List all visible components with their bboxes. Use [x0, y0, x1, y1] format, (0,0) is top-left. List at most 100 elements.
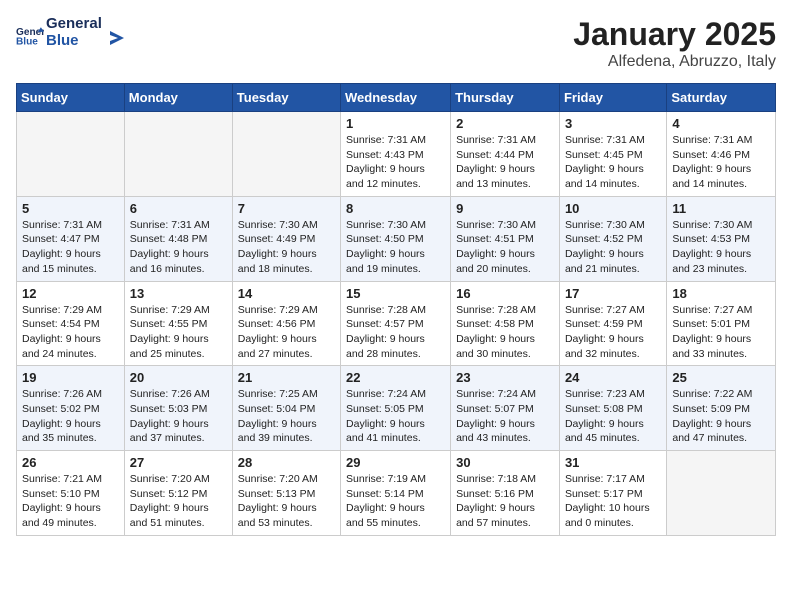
table-cell: 5 Sunrise: 7:31 AM Sunset: 4:47 PM Daylig…: [17, 196, 125, 281]
day-info: Sunrise: 7:20 AM Sunset: 5:12 PM Dayligh…: [130, 472, 227, 531]
day-info: Sunrise: 7:17 AM Sunset: 5:17 PM Dayligh…: [565, 472, 661, 531]
day-number: 24: [565, 370, 661, 385]
day-info: Sunrise: 7:28 AM Sunset: 4:58 PM Dayligh…: [456, 303, 554, 362]
day-number: 5: [22, 201, 119, 216]
table-cell: 1 Sunrise: 7:31 AM Sunset: 4:43 PM Daylig…: [341, 112, 451, 197]
table-cell: 26 Sunrise: 7:21 AM Sunset: 5:10 PM Dayli…: [17, 451, 125, 536]
table-cell: 7Sunrise: 7:30 AM Sunset: 4:49 PM Daylig…: [232, 196, 340, 281]
table-cell: 21 Sunrise: 7:25 AM Sunset: 5:04 PM Dayli…: [232, 366, 340, 451]
logo-arrow-icon: [104, 27, 126, 49]
table-cell: 30Sunrise: 7:18 AM Sunset: 5:16 PM Dayli…: [451, 451, 560, 536]
calendar-week-4: 19 Sunrise: 7:26 AM Sunset: 5:02 PM Dayli…: [17, 366, 776, 451]
table-cell: 2 Sunrise: 7:31 AM Sunset: 4:44 PM Daylig…: [451, 112, 560, 197]
day-number: 27: [130, 455, 227, 470]
table-cell: 12 Sunrise: 7:29 AM Sunset: 4:54 PM Dayli…: [17, 281, 125, 366]
col-wednesday: Wednesday: [341, 84, 451, 112]
table-cell: [667, 451, 776, 536]
logo: General Blue General Blue: [16, 16, 126, 49]
table-cell: 23 Sunrise: 7:24 AM Sunset: 5:07 PM Dayli…: [451, 366, 560, 451]
day-info: Sunrise: 7:22 AM Sunset: 5:09 PM Dayligh…: [672, 387, 770, 446]
table-cell: [124, 112, 232, 197]
day-info: Sunrise: 7:30 AM Sunset: 4:49 PM Dayligh…: [238, 218, 335, 277]
day-number: 3: [565, 116, 661, 131]
day-number: 6: [130, 201, 227, 216]
table-cell: 16Sunrise: 7:28 AM Sunset: 4:58 PM Dayli…: [451, 281, 560, 366]
logo-general-text: General: [46, 16, 102, 33]
table-cell: 4 Sunrise: 7:31 AM Sunset: 4:46 PM Daylig…: [667, 112, 776, 197]
table-cell: 13 Sunrise: 7:29 AM Sunset: 4:55 PM Dayli…: [124, 281, 232, 366]
day-number: 23: [456, 370, 554, 385]
day-info: Sunrise: 7:29 AM Sunset: 4:56 PM Dayligh…: [238, 303, 335, 362]
day-number: 19: [22, 370, 119, 385]
table-cell: 9Sunrise: 7:30 AM Sunset: 4:51 PM Daylig…: [451, 196, 560, 281]
day-info: Sunrise: 7:21 AM Sunset: 5:10 PM Dayligh…: [22, 472, 119, 531]
day-info: Sunrise: 7:27 AM Sunset: 5:01 PM Dayligh…: [672, 303, 770, 362]
day-info: Sunrise: 7:27 AM Sunset: 4:59 PM Dayligh…: [565, 303, 661, 362]
table-cell: 28 Sunrise: 7:20 AM Sunset: 5:13 PM Dayli…: [232, 451, 340, 536]
col-tuesday: Tuesday: [232, 84, 340, 112]
col-thursday: Thursday: [451, 84, 560, 112]
day-number: 11: [672, 201, 770, 216]
table-cell: 22Sunrise: 7:24 AM Sunset: 5:05 PM Dayli…: [341, 366, 451, 451]
logo-blue-text: Blue: [46, 33, 102, 50]
table-cell: 11 Sunrise: 7:30 AM Sunset: 4:53 PM Dayli…: [667, 196, 776, 281]
day-info: Sunrise: 7:30 AM Sunset: 4:52 PM Dayligh…: [565, 218, 661, 277]
day-info: Sunrise: 7:30 AM Sunset: 4:53 PM Dayligh…: [672, 218, 770, 277]
day-info: Sunrise: 7:25 AM Sunset: 5:04 PM Dayligh…: [238, 387, 335, 446]
day-info: Sunrise: 7:28 AM Sunset: 4:57 PM Dayligh…: [346, 303, 445, 362]
calendar-week-3: 12 Sunrise: 7:29 AM Sunset: 4:54 PM Dayli…: [17, 281, 776, 366]
page: General Blue General Blue January 2025 A…: [0, 0, 792, 552]
day-number: 26: [22, 455, 119, 470]
day-number: 29: [346, 455, 445, 470]
day-info: Sunrise: 7:20 AM Sunset: 5:13 PM Dayligh…: [238, 472, 335, 531]
day-number: 18: [672, 286, 770, 301]
table-cell: 19 Sunrise: 7:26 AM Sunset: 5:02 PM Dayli…: [17, 366, 125, 451]
day-number: 31: [565, 455, 661, 470]
day-info: Sunrise: 7:31 AM Sunset: 4:48 PM Dayligh…: [130, 218, 227, 277]
day-info: Sunrise: 7:26 AM Sunset: 5:03 PM Dayligh…: [130, 387, 227, 446]
table-cell: 14Sunrise: 7:29 AM Sunset: 4:56 PM Dayli…: [232, 281, 340, 366]
col-friday: Friday: [559, 84, 666, 112]
day-info: Sunrise: 7:29 AM Sunset: 4:55 PM Dayligh…: [130, 303, 227, 362]
table-cell: 17Sunrise: 7:27 AM Sunset: 4:59 PM Dayli…: [559, 281, 666, 366]
day-info: Sunrise: 7:23 AM Sunset: 5:08 PM Dayligh…: [565, 387, 661, 446]
day-info: Sunrise: 7:26 AM Sunset: 5:02 PM Dayligh…: [22, 387, 119, 446]
day-number: 28: [238, 455, 335, 470]
table-cell: 27 Sunrise: 7:20 AM Sunset: 5:12 PM Dayli…: [124, 451, 232, 536]
calendar-week-1: 1 Sunrise: 7:31 AM Sunset: 4:43 PM Daylig…: [17, 112, 776, 197]
day-info: Sunrise: 7:29 AM Sunset: 4:54 PM Dayligh…: [22, 303, 119, 362]
day-info: Sunrise: 7:31 AM Sunset: 4:46 PM Dayligh…: [672, 133, 770, 192]
day-number: 2: [456, 116, 554, 131]
day-info: Sunrise: 7:31 AM Sunset: 4:44 PM Dayligh…: [456, 133, 554, 192]
table-cell: [232, 112, 340, 197]
table-cell: 10 Sunrise: 7:30 AM Sunset: 4:52 PM Dayli…: [559, 196, 666, 281]
day-info: Sunrise: 7:19 AM Sunset: 5:14 PM Dayligh…: [346, 472, 445, 531]
table-cell: 18 Sunrise: 7:27 AM Sunset: 5:01 PM Dayli…: [667, 281, 776, 366]
day-number: 1: [346, 116, 445, 131]
day-number: 13: [130, 286, 227, 301]
day-info: Sunrise: 7:31 AM Sunset: 4:47 PM Dayligh…: [22, 218, 119, 277]
day-info: Sunrise: 7:31 AM Sunset: 4:45 PM Dayligh…: [565, 133, 661, 192]
col-saturday: Saturday: [667, 84, 776, 112]
table-cell: 29 Sunrise: 7:19 AM Sunset: 5:14 PM Dayli…: [341, 451, 451, 536]
calendar-week-5: 26 Sunrise: 7:21 AM Sunset: 5:10 PM Dayli…: [17, 451, 776, 536]
day-info: Sunrise: 7:18 AM Sunset: 5:16 PM Dayligh…: [456, 472, 554, 531]
table-cell: 31 Sunrise: 7:17 AM Sunset: 5:17 PM Dayli…: [559, 451, 666, 536]
table-cell: 3 Sunrise: 7:31 AM Sunset: 4:45 PM Daylig…: [559, 112, 666, 197]
day-info: Sunrise: 7:24 AM Sunset: 5:07 PM Dayligh…: [456, 387, 554, 446]
day-info: Sunrise: 7:31 AM Sunset: 4:43 PM Dayligh…: [346, 133, 445, 192]
calendar-week-2: 5 Sunrise: 7:31 AM Sunset: 4:47 PM Daylig…: [17, 196, 776, 281]
col-sunday: Sunday: [17, 84, 125, 112]
logo-icon: General Blue: [16, 21, 44, 49]
day-number: 8: [346, 201, 445, 216]
day-number: 4: [672, 116, 770, 131]
day-number: 20: [130, 370, 227, 385]
page-subtitle: Alfedena, Abruzzo, Italy: [573, 53, 776, 71]
table-cell: [17, 112, 125, 197]
table-cell: 6 Sunrise: 7:31 AM Sunset: 4:48 PM Daylig…: [124, 196, 232, 281]
day-number: 25: [672, 370, 770, 385]
day-number: 10: [565, 201, 661, 216]
day-number: 12: [22, 286, 119, 301]
page-title: January 2025: [573, 16, 776, 53]
day-number: 21: [238, 370, 335, 385]
